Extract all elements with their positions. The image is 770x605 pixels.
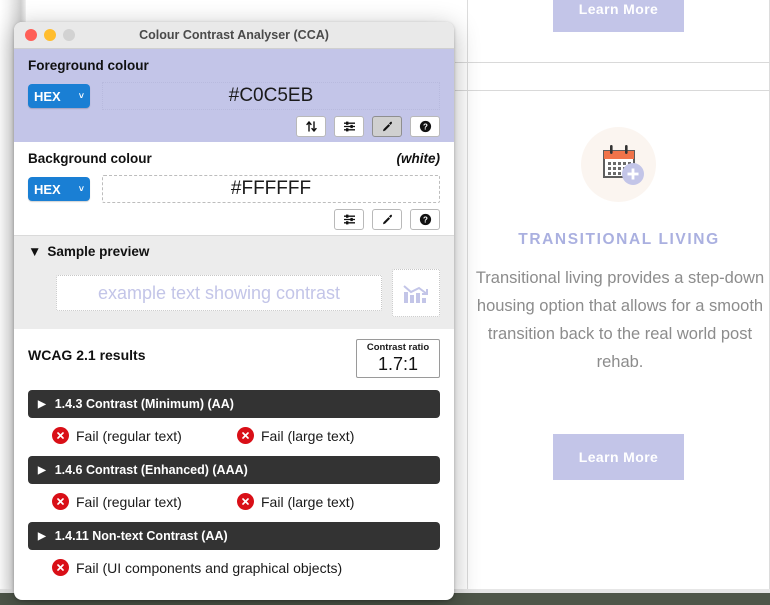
foreground-colour-section: Foreground colour HEX ˅ #C0C5EB ? [14,49,454,142]
foreground-label: Foreground colour [28,58,149,73]
cca-window: Colour Contrast Analyser (CCA) Foregroun… [14,22,454,600]
fail-icon [52,493,69,510]
outcome-label: Fail (regular text) [76,493,182,510]
foreground-colour-input[interactable]: #C0C5EB [102,82,440,110]
foreground-tool-row: ? [28,116,440,137]
triangle-right-icon: ▶ [38,530,46,542]
criterion-1-4-3-title: 1.4.3 Contrast (Minimum) (AA) [54,397,234,411]
wcag-results-section: WCAG 2.1 results Contrast ratio 1.7:1 ▶ … [14,329,454,588]
chevron-down-icon: ˅ [78,184,84,194]
contrast-ratio-label: Contrast ratio [366,342,430,353]
background-format-select[interactable]: HEX ˅ [28,177,90,201]
help-icon[interactable]: ? [410,116,440,137]
sample-preview-section: ▼ Sample preview example text showing co… [14,235,454,329]
window-titlebar[interactable]: Colour Contrast Analyser (CCA) [14,22,454,49]
outcome-label: Fail (UI components and graphical object… [76,559,343,576]
background-tool-row: ? [28,209,440,230]
criterion-1-4-11-header[interactable]: ▶ 1.4.11 Non-text Contrast (AA) [28,522,440,550]
fail-icon [52,559,69,576]
chevron-down-icon: ˅ [78,91,84,101]
learn-more-button-top[interactable]: Learn More [553,0,684,32]
sample-text-preview: example text showing contrast [56,275,382,311]
svg-text:?: ? [423,216,428,225]
background-colour-section: Background colour (white) HEX ˅ #FFFFFF … [14,142,454,235]
learn-more-label-top: Learn More [578,1,659,17]
bar-chart-sample-icon [392,269,440,317]
criterion-1-4-11-outcomes: Fail (UI components and graphical object… [28,559,440,576]
criterion-1-4-11-title: 1.4.11 Non-text Contrast (AA) [54,529,228,543]
background-format-value: HEX [34,181,61,197]
fail-icon [237,427,254,444]
background-colour-input[interactable]: #FFFFFF [102,175,440,203]
window-title: Colour Contrast Analyser (CCA) [139,28,329,42]
criterion-1-4-3-header[interactable]: ▶ 1.4.3 Contrast (Minimum) (AA) [28,390,440,418]
triangle-down-icon: ▼ [28,244,42,259]
learn-more-button-bottom[interactable]: Learn More [553,434,684,480]
swap-colours-icon[interactable] [296,116,326,137]
eyedropper-icon[interactable] [372,116,402,137]
foreground-format-value: HEX [34,88,61,104]
colour-sliders-icon[interactable] [334,116,364,137]
criterion-1-4-6-title: 1.4.6 Contrast (Enhanced) (AAA) [54,463,248,477]
fail-icon [52,427,69,444]
outcome-regular-text: Fail (regular text) [52,427,237,444]
outcome-large-text: Fail (large text) [237,427,354,444]
results-title: WCAG 2.1 results [28,347,146,363]
criterion-1-4-3-outcomes: Fail (regular text) Fail (large text) [28,427,440,444]
column-divider-left [467,0,468,593]
triangle-right-icon: ▶ [38,398,46,410]
section-divider-2 [455,90,770,91]
section-divider-1 [455,62,770,63]
card-heading: TRANSITIONAL LIVING [518,231,720,248]
fail-icon [237,493,254,510]
sample-preview-disclosure[interactable]: ▼ Sample preview [28,244,440,259]
contrast-ratio-value: 1.7:1 [377,354,419,374]
svg-text:?: ? [423,123,428,132]
criterion-1-4-6-header[interactable]: ▶ 1.4.6 Contrast (Enhanced) (AAA) [28,456,440,484]
outcome-ui-components: Fail (UI components and graphical object… [52,559,342,576]
card-body-text: Transitional living provides a step-down… [475,269,765,371]
calendar-plus-icon [603,145,644,185]
background-colour-note: (white) [396,151,441,166]
outcome-regular-text: Fail (regular text) [52,493,237,510]
outcome-label: Fail (large text) [261,427,355,444]
background-label: Background colour [28,151,152,166]
outcome-label: Fail (regular text) [76,427,182,444]
colour-sliders-icon[interactable] [334,209,364,230]
outcome-label: Fail (large text) [261,493,355,510]
help-icon[interactable]: ? [410,209,440,230]
sample-preview-label: Sample preview [47,244,150,259]
foreground-format-select[interactable]: HEX ˅ [28,84,90,108]
contrast-ratio-box: Contrast ratio 1.7:1 [356,339,440,378]
eyedropper-icon[interactable] [372,209,402,230]
triangle-right-icon: ▶ [38,464,46,476]
learn-more-label-bottom: Learn More [578,449,659,465]
criterion-1-4-6-outcomes: Fail (regular text) Fail (large text) [28,493,440,510]
outcome-large-text: Fail (large text) [237,493,354,510]
